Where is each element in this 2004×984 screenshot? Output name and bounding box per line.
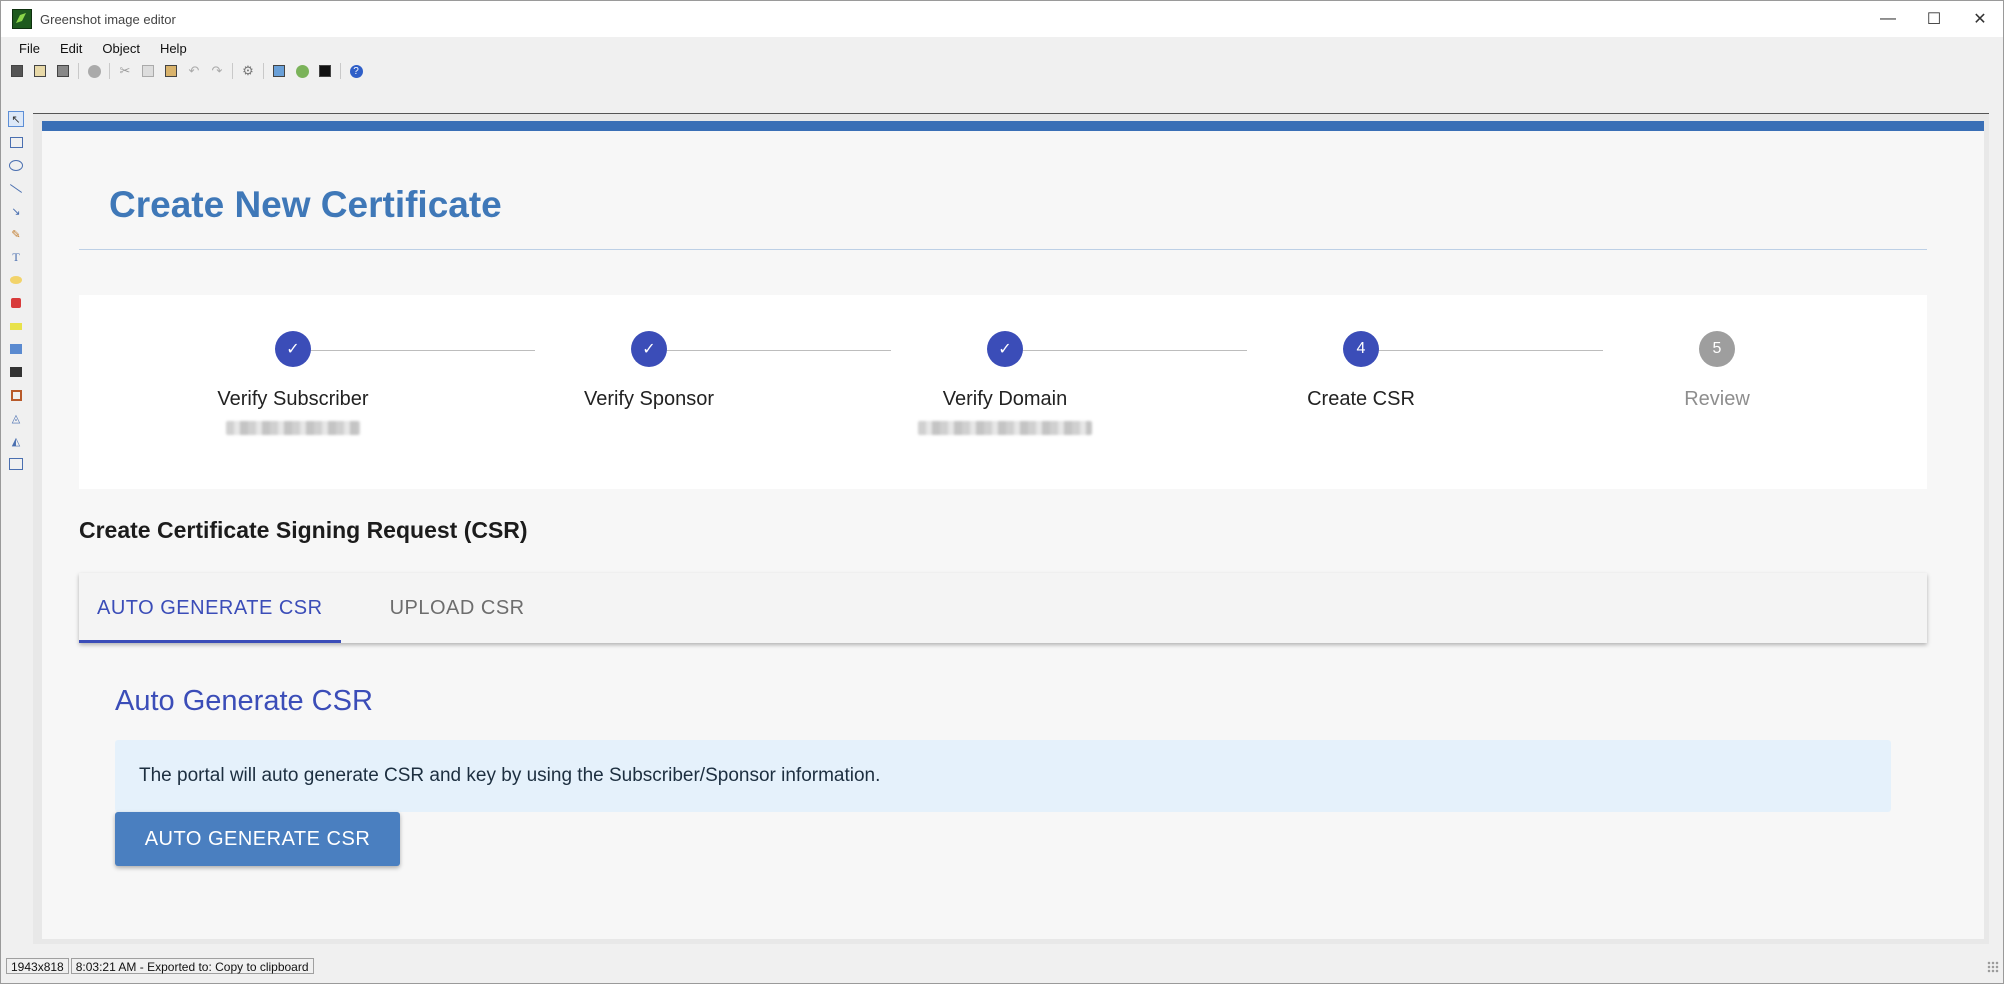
highlight-tool-icon[interactable] <box>8 318 24 334</box>
minimize-button[interactable]: — <box>1865 1 1911 37</box>
step-label: Verify Sponsor <box>583 388 715 410</box>
check-icon: ✓ <box>631 331 667 367</box>
freehand-tool-icon[interactable]: ✎ <box>8 226 24 242</box>
upload-icon[interactable] <box>294 63 310 79</box>
window-controls: — ☐ ✕ <box>1865 1 2003 37</box>
redacted-domain-value <box>918 421 1092 435</box>
clipboard-icon[interactable] <box>32 63 48 79</box>
tab-auto-generate-csr[interactable]: AUTO GENERATE CSR <box>79 573 341 643</box>
step-label: Verify Subscriber <box>217 388 369 410</box>
resize-tool-icon[interactable] <box>8 456 24 472</box>
delete-icon[interactable] <box>86 63 102 79</box>
text-tool-icon[interactable]: T <box>8 249 24 265</box>
obfuscate-tool-icon[interactable] <box>8 341 24 357</box>
greenshot-app-icon <box>12 9 32 29</box>
copy-icon[interactable] <box>140 63 156 79</box>
step-number: 5 <box>1699 331 1735 367</box>
greenshot-window: Greenshot image editor — ☐ ✕ File Edit O… <box>0 0 2004 984</box>
toolbar-separator <box>340 63 341 79</box>
rectangle-tool-icon[interactable] <box>8 134 24 150</box>
help-icon[interactable]: ? <box>348 63 364 79</box>
title-bar: Greenshot image editor — ☐ ✕ <box>1 1 2003 37</box>
section-heading: Create Certificate Signing Request (CSR) <box>79 517 528 543</box>
check-icon: ✓ <box>987 331 1023 367</box>
menu-file[interactable]: File <box>1 41 50 56</box>
auto-generate-csr-button[interactable]: AUTO GENERATE CSR <box>115 812 400 866</box>
maximize-button[interactable]: ☐ <box>1911 1 1957 37</box>
certificate-stepper: ✓ Verify Subscriber ✓ Verify Sponsor ✓ V… <box>79 295 1927 489</box>
toolbar-separator <box>263 63 264 79</box>
menu-help[interactable]: Help <box>150 41 197 56</box>
effects-tool-icon[interactable] <box>8 364 24 380</box>
info-alert: The portal will auto generate CSR and ke… <box>115 740 1891 812</box>
redacted-subscriber-value <box>226 421 360 435</box>
page-title: Create New Certificate <box>109 184 502 225</box>
toolbar-separator <box>78 63 79 79</box>
subsection-title: Auto Generate CSR <box>115 685 373 717</box>
export-icon[interactable] <box>271 63 287 79</box>
step-verify-subscriber[interactable]: ✓ Verify Subscriber <box>173 331 413 435</box>
cut-icon[interactable]: ✂ <box>117 63 133 79</box>
csr-tabs: AUTO GENERATE CSR UPLOAD CSR <box>79 573 1927 643</box>
step-create-csr[interactable]: 4 Create CSR <box>1241 331 1481 411</box>
status-message: 8:03:21 AM - Exported to: Copy to clipbo… <box>70 958 314 974</box>
toolbar-separator <box>232 63 233 79</box>
rotate-tool-icon[interactable]: ◬ <box>8 410 24 426</box>
check-icon: ✓ <box>275 331 311 367</box>
close-button[interactable]: ✕ <box>1957 1 2003 37</box>
menu-object[interactable]: Object <box>92 41 150 56</box>
undo-icon[interactable]: ↶ <box>186 63 202 79</box>
settings-icon[interactable]: ⚙ <box>240 63 256 79</box>
info-text: The portal will auto generate CSR and ke… <box>139 765 881 786</box>
counter-tool-icon[interactable] <box>8 295 24 311</box>
step-number: 4 <box>1343 331 1379 367</box>
toolbar-separator <box>109 63 110 79</box>
page-top-bar <box>42 121 1984 131</box>
arrow-tool-icon[interactable]: ↘ <box>8 203 24 219</box>
step-verify-sponsor[interactable]: ✓ Verify Sponsor <box>529 331 769 411</box>
drawing-tools: ↖ ↘ ✎ T ◬ ◭ <box>5 111 27 479</box>
window-title: Greenshot image editor <box>40 11 176 27</box>
speechbubble-tool-icon[interactable] <box>8 272 24 288</box>
step-review[interactable]: 5 Review <box>1597 331 1837 411</box>
editor-toolbar: ✂ ↶ ↷ ⚙ ? <box>1 59 2003 83</box>
cursor-tool-icon[interactable]: ↖ <box>8 111 24 127</box>
crop-tool-icon[interactable] <box>8 387 24 403</box>
redo-icon[interactable]: ↷ <box>209 63 225 79</box>
image-dimensions: 1943x818 <box>6 958 69 974</box>
captured-page: Create New Certificate ✓ Verify Subscrib… <box>42 121 1984 939</box>
step-label: Review <box>1684 388 1750 410</box>
status-bar: 1943x818 8:03:21 AM - Exported to: Copy … <box>1 955 2003 977</box>
tab-upload-csr[interactable]: UPLOAD CSR <box>341 573 543 643</box>
step-label: Create CSR <box>1307 388 1415 410</box>
ellipse-tool-icon[interactable] <box>8 157 24 173</box>
print-icon[interactable] <box>55 63 71 79</box>
info-icon[interactable] <box>317 63 333 79</box>
step-label: Verify Domain <box>942 388 1068 410</box>
line-tool-icon[interactable] <box>8 180 24 196</box>
flip-tool-icon[interactable]: ◭ <box>8 433 24 449</box>
paste-icon[interactable] <box>163 63 179 79</box>
step-verify-domain[interactable]: ✓ Verify Domain <box>885 331 1125 435</box>
menu-edit[interactable]: Edit <box>50 41 92 56</box>
resize-grip-icon[interactable] <box>1987 961 1999 973</box>
save-icon[interactable] <box>9 63 25 79</box>
menu-bar: File Edit Object Help <box>1 37 2003 59</box>
title-divider <box>79 249 1927 250</box>
